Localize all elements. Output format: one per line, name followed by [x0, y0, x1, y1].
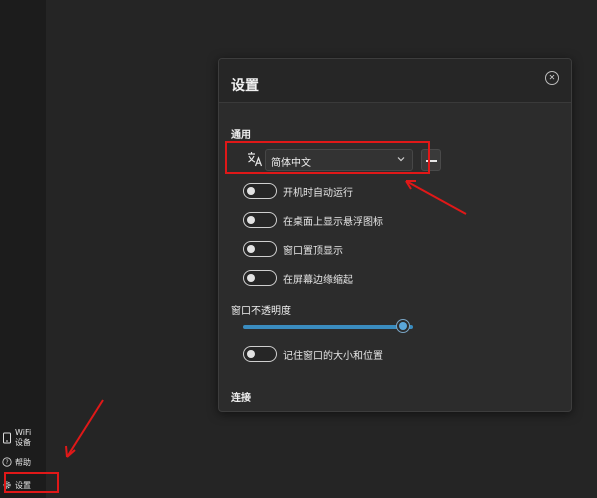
chevron-down-icon — [397, 157, 405, 162]
opacity-slider-thumb[interactable] — [396, 319, 410, 333]
panel-title: 设置 — [231, 78, 259, 94]
translate-icon — [248, 152, 263, 167]
sidebar-item-help[interactable]: ? 帮助 — [2, 456, 31, 468]
arrow-to-settings — [65, 399, 104, 458]
settings-header: 设置 ✕ — [219, 59, 571, 103]
language-select[interactable]: 简体中文 — [265, 149, 413, 171]
toggle-row-edge-collapse[interactable]: 在屏幕边缘缩起 — [243, 270, 353, 286]
toggle-row-remember-window[interactable]: 记住窗口的大小和位置 — [243, 346, 383, 362]
gear-icon — [3, 481, 11, 489]
language-value: 简体中文 — [271, 158, 311, 169]
section-general: 通用 — [231, 130, 251, 141]
toggle-label: 在桌面上显示悬浮图标 — [283, 216, 383, 228]
toggle-row-autostart[interactable]: 开机时自动运行 — [243, 183, 353, 199]
opacity-label: 窗口不透明度 — [231, 306, 291, 317]
sidebar — [0, 0, 46, 498]
toggle-switch[interactable] — [243, 241, 277, 257]
svg-text:?: ? — [5, 460, 8, 466]
toggle-switch[interactable] — [243, 212, 277, 228]
close-button[interactable]: ✕ — [545, 71, 559, 85]
sidebar-item-wifi[interactable]: WiFi设备 — [2, 428, 39, 448]
sidebar-item-label: WiFi设备 — [15, 428, 32, 447]
sidebar-item-label: 设置 — [15, 480, 31, 490]
close-icon: ✕ — [548, 73, 556, 82]
phone-icon — [3, 432, 11, 444]
settings-panel: 设置 ✕ 通用 简体中文 开机时自动运行 在桌面上显示悬浮图标 窗口置顶显示 在… — [218, 58, 572, 412]
toggle-switch[interactable] — [243, 270, 277, 286]
toggle-label: 开机时自动运行 — [283, 187, 353, 199]
opacity-slider-track[interactable] — [243, 325, 413, 329]
sidebar-item-label: 帮助 — [15, 457, 31, 467]
toggle-row-always-on-top[interactable]: 窗口置顶显示 — [243, 241, 343, 257]
toggle-label: 在屏幕边缘缩起 — [283, 274, 353, 286]
toggle-label: 窗口置顶显示 — [283, 245, 343, 257]
help-icon: ? — [2, 457, 12, 467]
sidebar-item-settings[interactable]: 设置 — [2, 479, 31, 491]
toggle-switch[interactable] — [243, 183, 277, 199]
toggle-label: 记住窗口的大小和位置 — [283, 350, 383, 362]
remove-button[interactable] — [421, 149, 441, 171]
section-connect: 连接 — [231, 393, 251, 404]
toggle-switch[interactable] — [243, 346, 277, 362]
toggle-row-floating-icon[interactable]: 在桌面上显示悬浮图标 — [243, 212, 383, 228]
